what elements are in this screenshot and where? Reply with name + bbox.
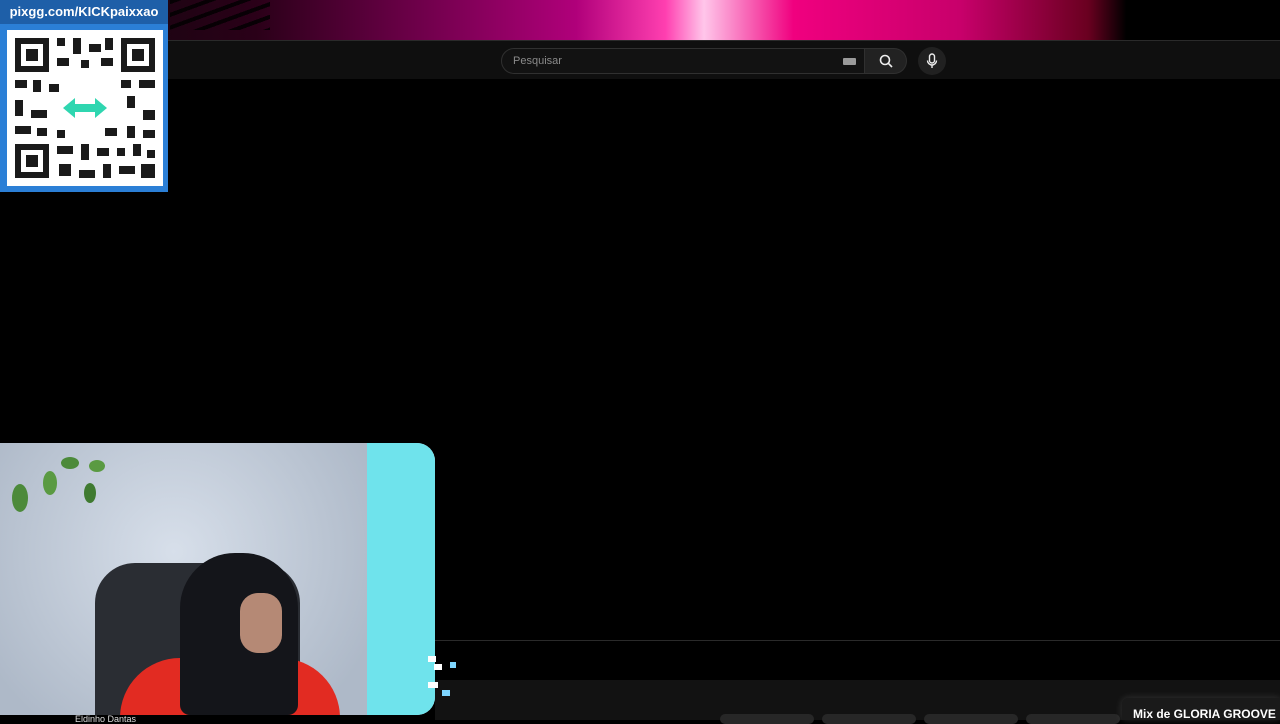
filter-chip[interactable] [924,714,1018,724]
webcam-person-face [240,593,282,653]
search-icon [879,54,893,68]
glitch-decoration [428,656,456,696]
search-input[interactable] [502,54,843,68]
channel-name: Eldinho Dantas [75,714,137,724]
pixgg-logo [63,98,107,118]
donation-qr-overlay: pixgg.com/KICKpaixxao [0,0,168,192]
filter-chip[interactable] [720,714,814,724]
webcam-overlay [0,443,435,715]
mix-card[interactable]: Mix de GLORIA GROOVE [1122,698,1280,721]
mix-title: Mix de GLORIA GROOVE [1133,707,1276,721]
masthead [0,40,1280,79]
webcam-door [367,443,435,715]
donation-url: pixgg.com/KICKpaixxao [0,0,168,24]
filter-chip[interactable] [1026,714,1120,724]
voice-search-button[interactable] [918,47,946,75]
search-button[interactable] [865,48,907,74]
top-banner [0,0,1280,40]
qr-code [7,30,163,186]
search-box[interactable] [501,48,865,74]
plant-leaves [12,457,105,512]
progress-divider [435,640,1280,641]
filter-chip[interactable] [822,714,916,724]
filter-chips [720,714,1120,724]
microphone-icon [926,53,938,68]
keyboard-icon[interactable] [843,57,856,65]
